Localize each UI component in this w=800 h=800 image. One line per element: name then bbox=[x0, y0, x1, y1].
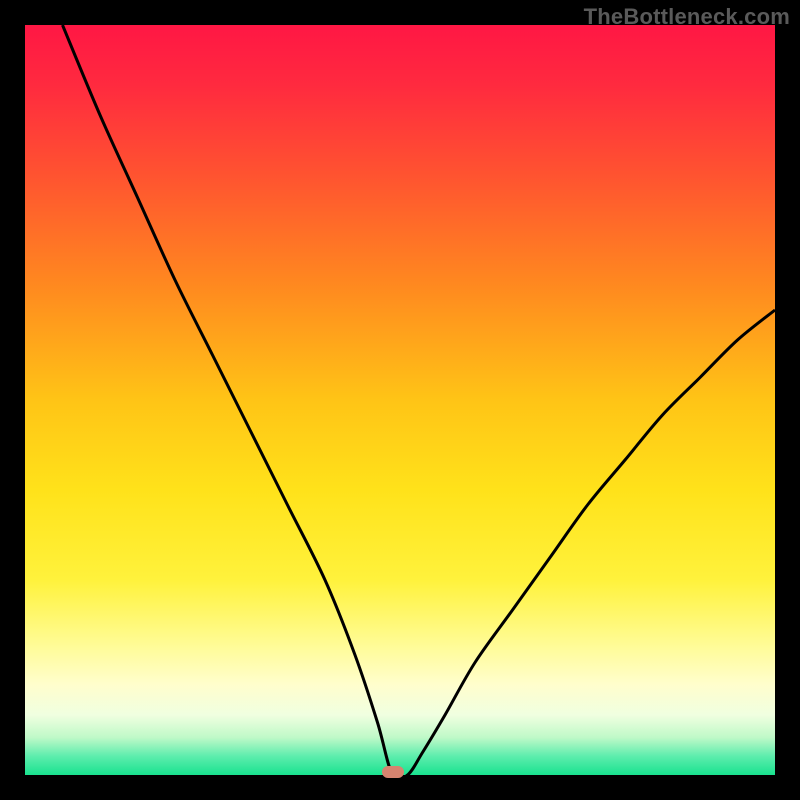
chart-frame: TheBottleneck.com bbox=[0, 0, 800, 800]
plot-area bbox=[25, 25, 775, 775]
chart-svg bbox=[25, 25, 775, 775]
minimum-marker bbox=[382, 766, 404, 778]
attribution-label: TheBottleneck.com bbox=[584, 4, 790, 30]
gradient-background bbox=[25, 25, 775, 775]
